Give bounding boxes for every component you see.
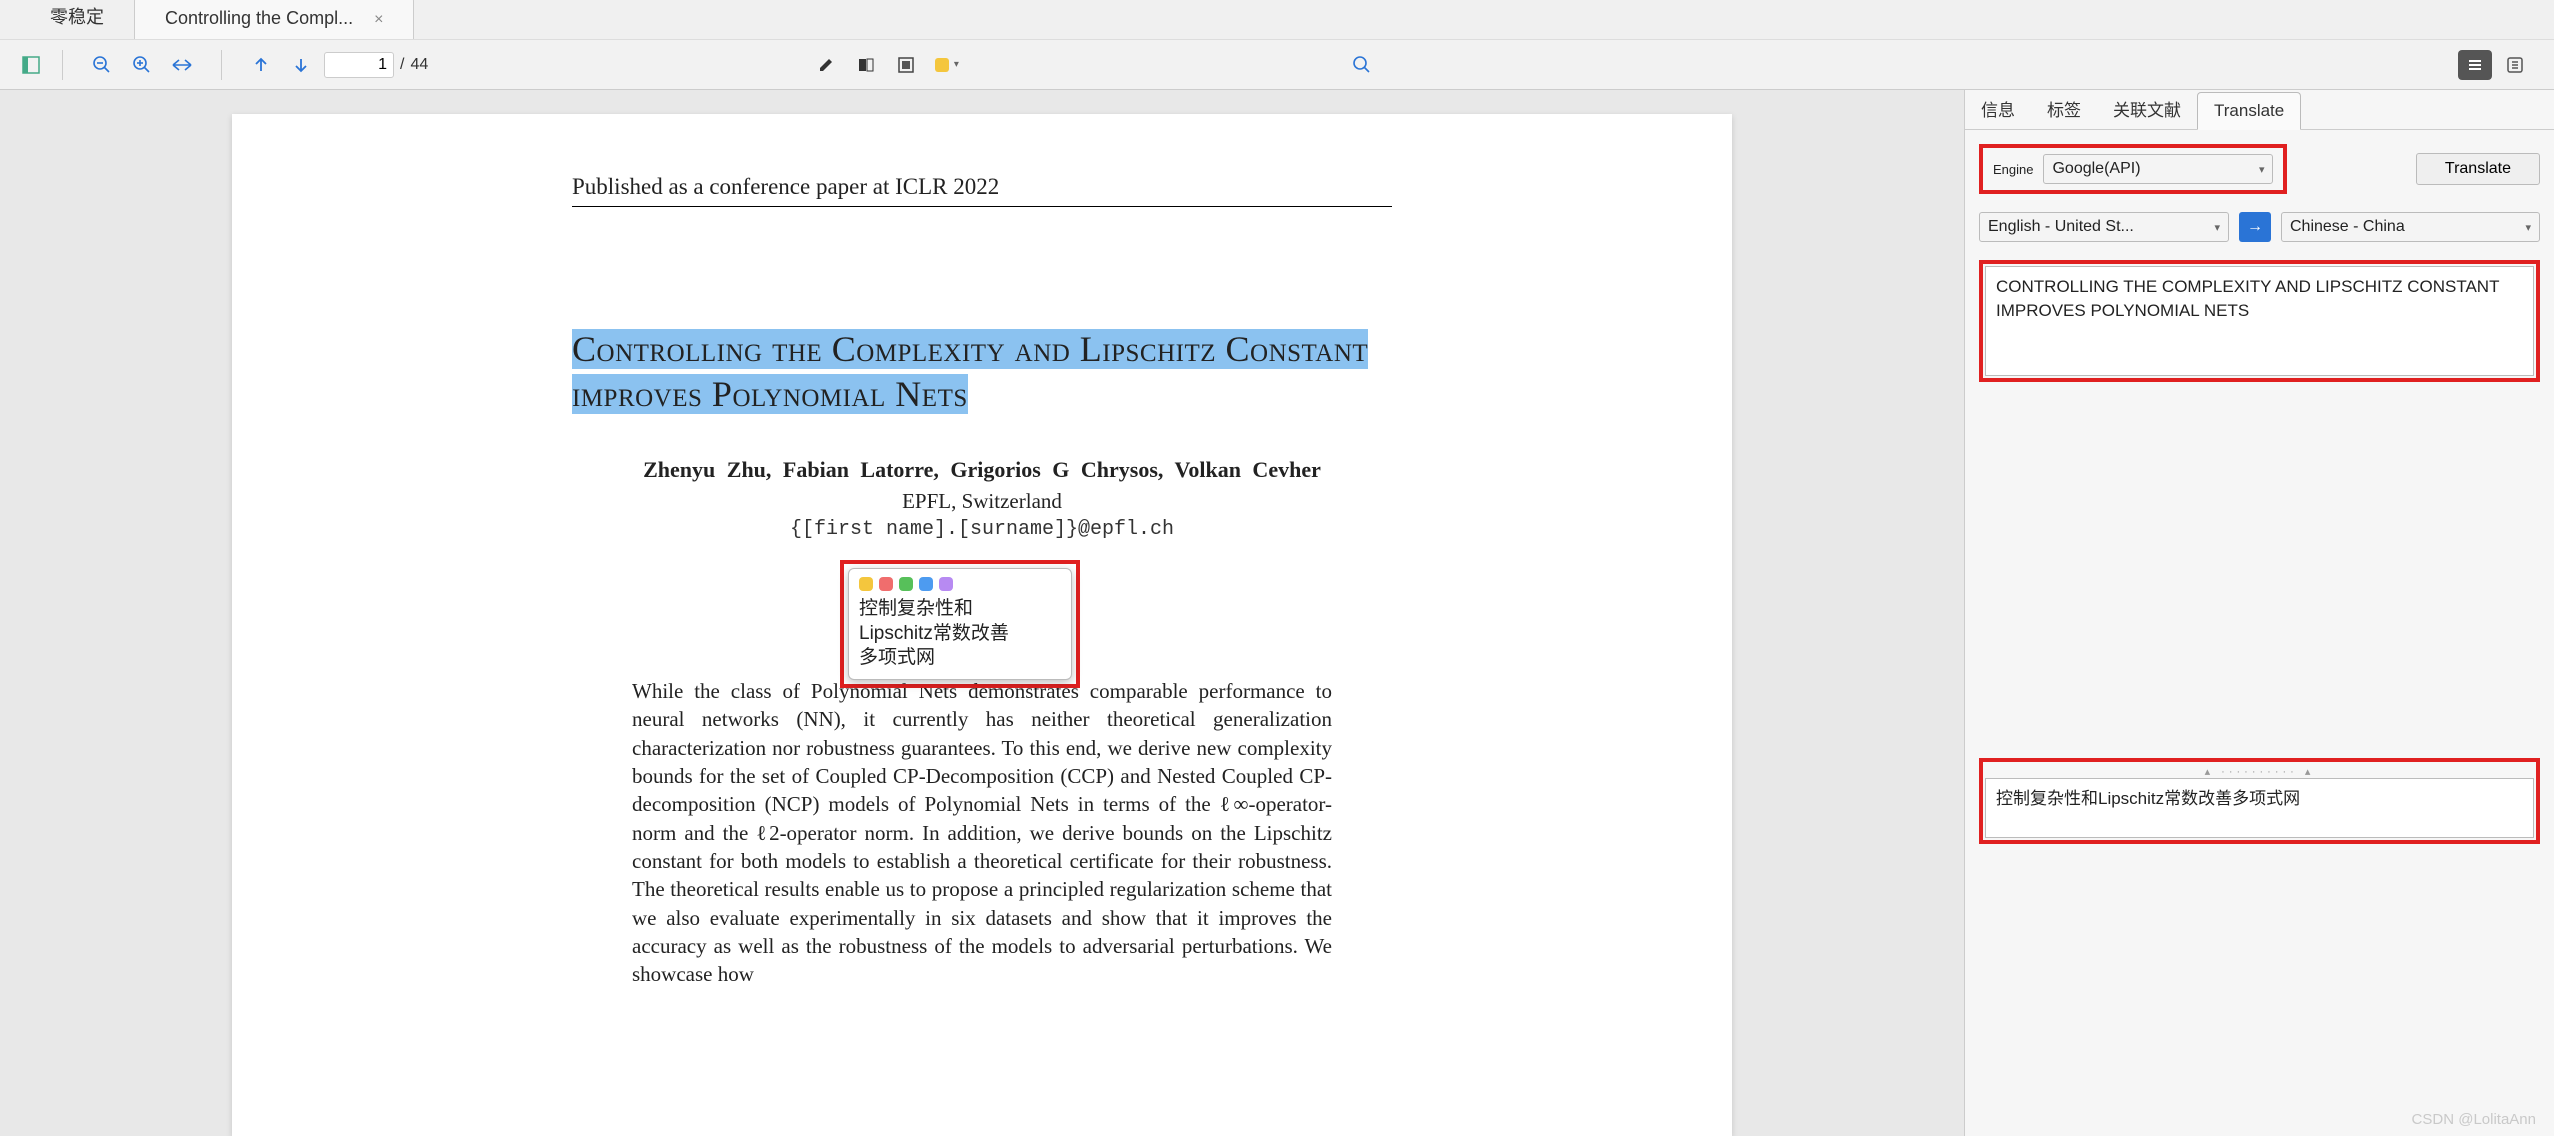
info-panel-button[interactable] [2498,50,2532,80]
affiliation: EPFL, Switzerland [572,489,1392,514]
fit-width-button[interactable] [165,50,199,80]
tab-translate[interactable]: Translate [2197,92,2301,130]
engine-label: Engine [1993,162,2033,177]
right-panel-tabs: 信息 标签 关联文献 Translate [1965,90,2554,130]
page-number-input[interactable] [324,52,394,78]
zoom-in-button[interactable] [125,50,159,80]
engine-highlight-box: Engine Google(API)▾ [1979,144,2287,194]
translate-button[interactable]: Translate [2416,153,2540,185]
page-separator: / [400,56,404,74]
prev-page-button[interactable] [244,50,278,80]
annotate-highlight-button[interactable] [849,50,883,80]
page-total: 44 [410,56,428,74]
color-swatch-green[interactable] [899,577,913,591]
next-page-button[interactable] [284,50,318,80]
close-icon[interactable]: × [374,11,383,28]
color-swatch-blue[interactable] [919,577,933,591]
source-language-dropdown[interactable]: English - United St...▾ [1979,212,2229,242]
color-swatch-purple[interactable] [939,577,953,591]
swap-languages-button[interactable]: → [2239,212,2271,242]
tab-label: Controlling the Compl... [165,8,353,28]
tab-info[interactable]: 信息 [1965,88,2031,129]
zoom-out-button[interactable] [85,50,119,80]
authors: Zhenyu Zhu, Fabian Latorre, Grigorios G … [572,457,1392,483]
watermark: CSDN @LolitaAnn [2412,1111,2536,1128]
pdf-viewer[interactable]: Published as a conference paper at ICLR … [0,90,1964,1136]
separator [221,50,222,80]
toolbar: / 44 ▾ [0,40,2554,90]
tab-zero-stability[interactable]: 零稳定 [20,0,134,39]
author-email: {[first name].[surname]}@epfl.ch [572,518,1392,541]
target-text-highlight: ▴ ·········· ▴ 控制复杂性和Lipschitz常数改善多项式网 [1979,758,2540,844]
tab-label: 零稳定 [50,7,104,27]
search-button[interactable] [1345,50,1379,80]
tab-related[interactable]: 关联文献 [2097,88,2197,129]
abstract-body: While the class of Polynomial Nets demon… [572,677,1392,989]
pane-splitter[interactable]: ▴ ·········· ▴ [1985,764,2534,778]
sidebar-toggle-button[interactable] [14,50,48,80]
target-text-box[interactable]: 控制复杂性和Lipschitz常数改善多项式网 [1985,778,2534,838]
source-text-extra [1979,400,2540,740]
source-text-box[interactable]: CONTROLLING THE COMPLEXITY AND LIPSCHITZ… [1985,266,2534,376]
highlight-color-button[interactable]: ▾ [929,50,963,80]
right-panel: 信息 标签 关联文献 Translate Engine Google(API)▾… [1964,90,2554,1136]
tab-tags[interactable]: 标签 [2031,88,2097,129]
document-tabs: 零稳定 Controlling the Compl... × [0,0,2554,40]
popup-translation-text: 控制复杂性和 Lipschitz常数改善 多项式网 [849,595,1071,679]
tab-controlling-compl[interactable]: Controlling the Compl... × [134,0,414,39]
paper-title: Controlling the Complexity and Lipschitz… [572,327,1392,417]
target-language-dropdown[interactable]: Chinese - China▾ [2281,212,2540,242]
publication-note: Published as a conference paper at ICLR … [572,174,1392,207]
reading-mode-button[interactable] [2458,50,2492,80]
annotate-pen-button[interactable] [809,50,843,80]
translation-popup[interactable]: 控制复杂性和 Lipschitz常数改善 多项式网 [848,568,1072,680]
translation-popup-highlight: 控制复杂性和 Lipschitz常数改善 多项式网 [840,560,1080,688]
color-swatch-red[interactable] [879,577,893,591]
source-text-highlight: CONTROLLING THE COMPLEXITY AND LIPSCHITZ… [1979,260,2540,382]
engine-dropdown[interactable]: Google(API)▾ [2043,154,2273,184]
popup-color-row [849,569,1071,595]
separator [62,50,63,80]
annotate-box-button[interactable] [889,50,923,80]
color-swatch-yellow[interactable] [859,577,873,591]
